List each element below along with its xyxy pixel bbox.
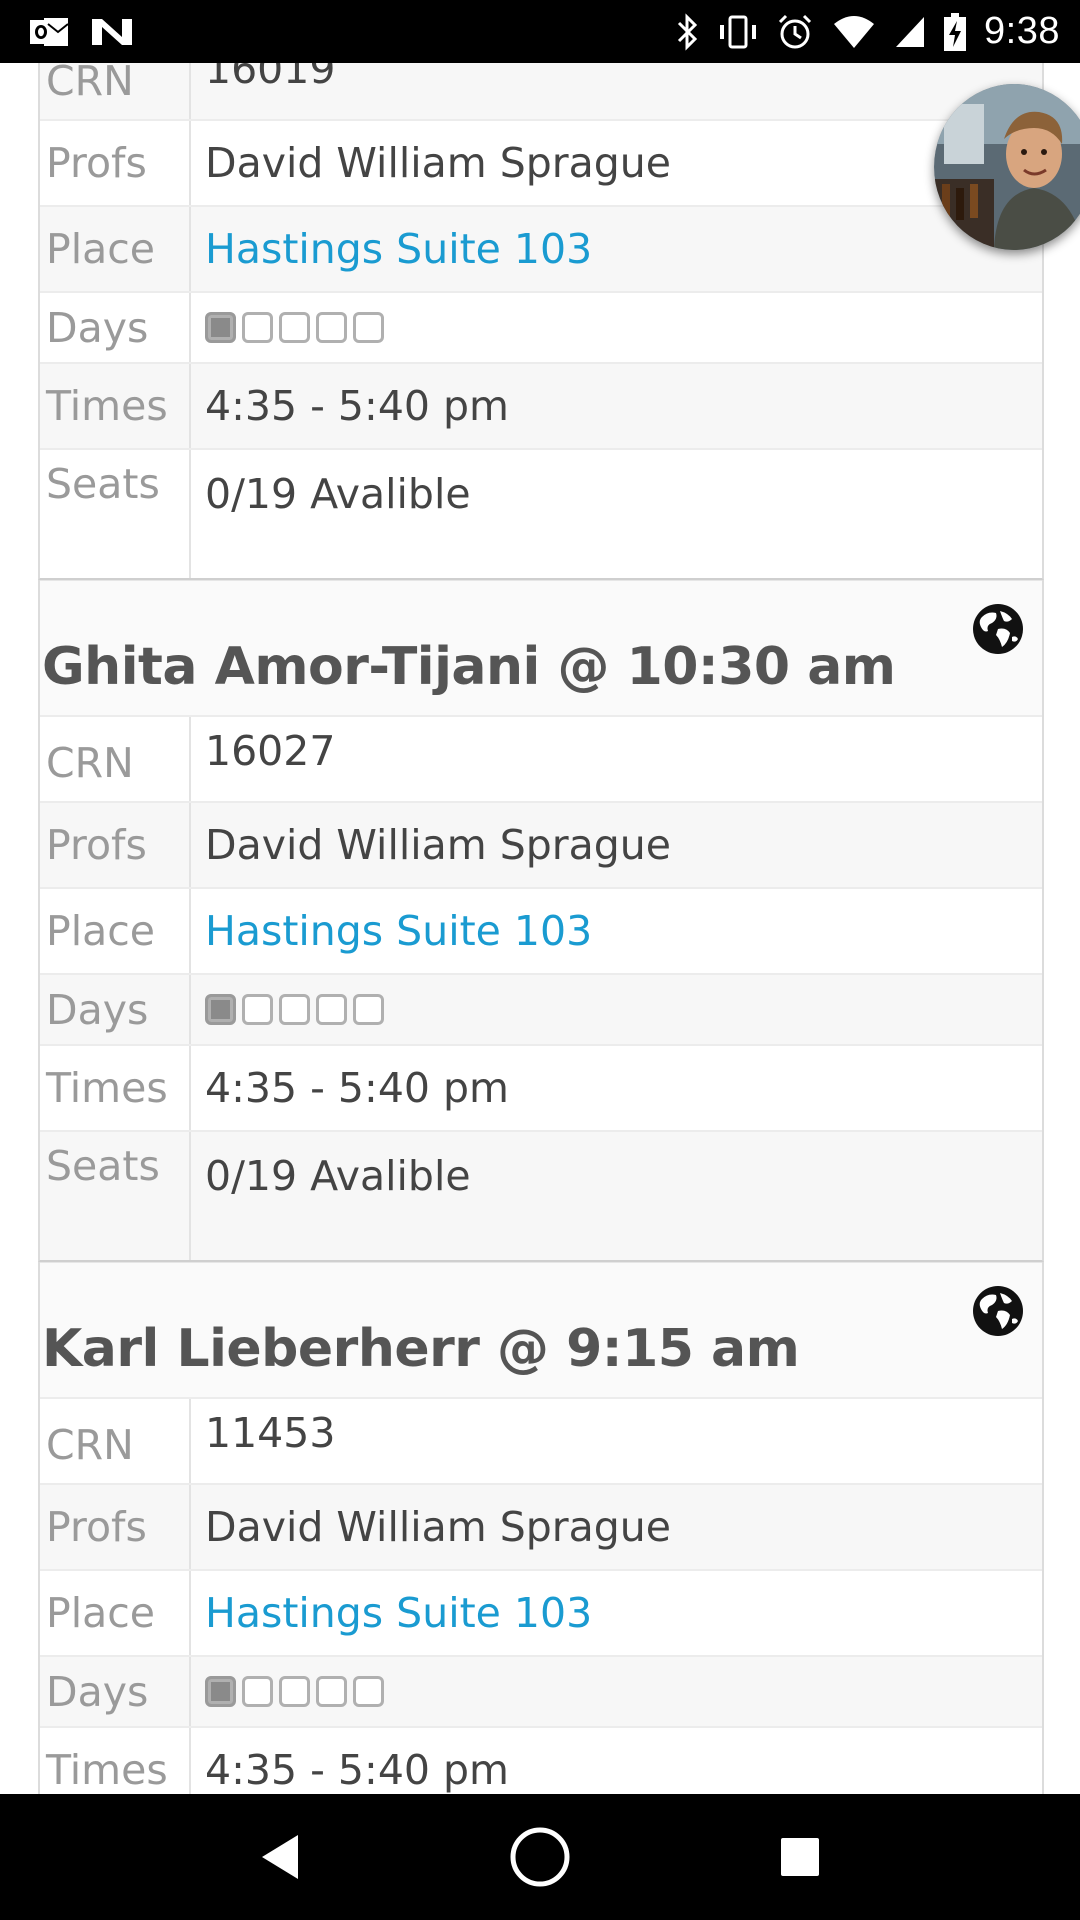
profs-value: David William Sprague xyxy=(205,1503,671,1551)
section-header: Karl Lieberherr @ 9:15 am xyxy=(40,1262,1042,1397)
days-value xyxy=(191,293,1042,362)
seats-row: Seats 0/19 Avalible xyxy=(40,1130,1042,1260)
status-time: 9:38 xyxy=(984,10,1060,52)
day-box-inactive xyxy=(242,994,273,1025)
days-row: Days xyxy=(40,291,1042,362)
day-box-inactive xyxy=(242,1676,273,1707)
crn-row: CRN 11453 xyxy=(40,1397,1042,1483)
place-link[interactable]: Hastings Suite 103 xyxy=(191,889,1042,973)
profs-label: Profs xyxy=(40,1485,191,1569)
crn-value: 11453 xyxy=(205,1409,336,1457)
recents-icon[interactable] xyxy=(750,1807,850,1907)
status-bar: 9:38 xyxy=(0,0,1080,63)
days-row: Days xyxy=(40,1655,1042,1726)
crn-row: CRN 16019 xyxy=(40,63,1042,119)
days-value xyxy=(191,1657,1042,1726)
globe-icon[interactable] xyxy=(972,603,1024,655)
days-indicator xyxy=(205,1657,1042,1726)
crn-label: CRN xyxy=(40,63,191,119)
seats-label: Seats xyxy=(40,1132,191,1260)
profs-value: David William Sprague xyxy=(205,821,671,869)
wifi-icon xyxy=(832,14,876,50)
back-icon[interactable] xyxy=(230,1807,330,1907)
place-link[interactable]: Hastings Suite 103 xyxy=(191,1571,1042,1655)
chat-head-avatar[interactable] xyxy=(934,84,1080,250)
section-card: Karl Lieberherr @ 9:15 am CRN 11453 Prof… xyxy=(38,1262,1044,1794)
days-row: Days xyxy=(40,973,1042,1044)
day-box-inactive xyxy=(279,994,310,1025)
section-header: Ghita Amor-Tijani @ 10:30 am xyxy=(40,580,1042,715)
seats-value: 0/19 Avalible xyxy=(205,470,471,518)
crn-label: CRN xyxy=(40,717,191,801)
signal-icon xyxy=(894,15,926,49)
days-value xyxy=(191,975,1042,1044)
day-box-inactive xyxy=(279,1676,310,1707)
day-box-inactive xyxy=(353,312,384,343)
place-label: Place xyxy=(40,889,191,973)
times-row: Times 4:35 - 5:40 pm xyxy=(40,362,1042,448)
place-label: Place xyxy=(40,1571,191,1655)
section-title: Karl Lieberherr @ 9:15 am xyxy=(42,1319,800,1379)
alarm-icon xyxy=(776,13,814,51)
times-label: Times xyxy=(40,1046,191,1130)
place-row: Place Hastings Suite 103 xyxy=(40,1569,1042,1655)
section-title: Ghita Amor-Tijani @ 10:30 am xyxy=(42,637,896,697)
section-card: Ghita Amor-Tijani @ 10:30 am CRN 16027 P… xyxy=(38,580,1044,1262)
day-box-inactive xyxy=(353,1676,384,1707)
day-box-active xyxy=(205,1676,236,1707)
bluetooth-icon xyxy=(676,12,700,51)
crn-value: 16019 xyxy=(205,63,336,93)
profs-row: Profs David William Sprague xyxy=(40,119,1042,205)
place-row: Place Hastings Suite 103 xyxy=(40,205,1042,291)
profs-row: Profs David William Sprague xyxy=(40,801,1042,887)
seats-value: 0/19 Avalible xyxy=(205,1152,471,1200)
day-box-active xyxy=(205,312,236,343)
day-box-inactive xyxy=(316,1676,347,1707)
profs-label: Profs xyxy=(40,803,191,887)
home-icon[interactable] xyxy=(490,1807,590,1907)
status-left-icons xyxy=(30,15,132,49)
days-indicator xyxy=(205,975,1042,1044)
outlook-icon xyxy=(30,15,70,49)
crn-label: CRN xyxy=(40,1399,191,1483)
n-icon xyxy=(92,15,132,49)
crn-value: 16027 xyxy=(205,727,336,775)
crn-row: CRN 16027 xyxy=(40,715,1042,801)
place-row: Place Hastings Suite 103 xyxy=(40,887,1042,973)
day-box-inactive xyxy=(279,312,310,343)
status-right-icons: 9:38 xyxy=(676,10,1060,53)
day-box-active xyxy=(205,994,236,1025)
profs-value: David William Sprague xyxy=(205,139,671,187)
day-box-inactive xyxy=(316,312,347,343)
days-label: Days xyxy=(40,293,191,362)
place-link[interactable]: Hastings Suite 103 xyxy=(191,207,1042,291)
times-label: Times xyxy=(40,1728,191,1794)
times-value: 4:35 - 5:40 pm xyxy=(205,1064,509,1112)
course-sections-list[interactable]: CRN 16019 Profs David William Sprague Pl… xyxy=(0,63,1080,1794)
seats-label: Seats xyxy=(40,450,191,578)
times-row: Times 4:35 - 5:40 pm xyxy=(40,1044,1042,1130)
profs-label: Profs xyxy=(40,121,191,205)
days-indicator xyxy=(205,293,1042,362)
day-box-inactive xyxy=(316,994,347,1025)
times-label: Times xyxy=(40,364,191,448)
place-label: Place xyxy=(40,207,191,291)
seats-row: Seats 0/19 Avalible xyxy=(40,448,1042,578)
section-card: CRN 16019 Profs David William Sprague Pl… xyxy=(38,63,1044,580)
profs-row: Profs David William Sprague xyxy=(40,1483,1042,1569)
times-value: 4:35 - 5:40 pm xyxy=(205,1746,509,1794)
days-label: Days xyxy=(40,1657,191,1726)
globe-icon[interactable] xyxy=(972,1285,1024,1337)
times-row: Times 4:35 - 5:40 pm xyxy=(40,1726,1042,1794)
vibrate-icon xyxy=(718,13,758,51)
navigation-bar xyxy=(0,1794,1080,1920)
times-value: 4:35 - 5:40 pm xyxy=(205,382,509,430)
day-box-inactive xyxy=(242,312,273,343)
days-label: Days xyxy=(40,975,191,1044)
day-box-inactive xyxy=(353,994,384,1025)
battery-charging-icon xyxy=(944,12,967,51)
